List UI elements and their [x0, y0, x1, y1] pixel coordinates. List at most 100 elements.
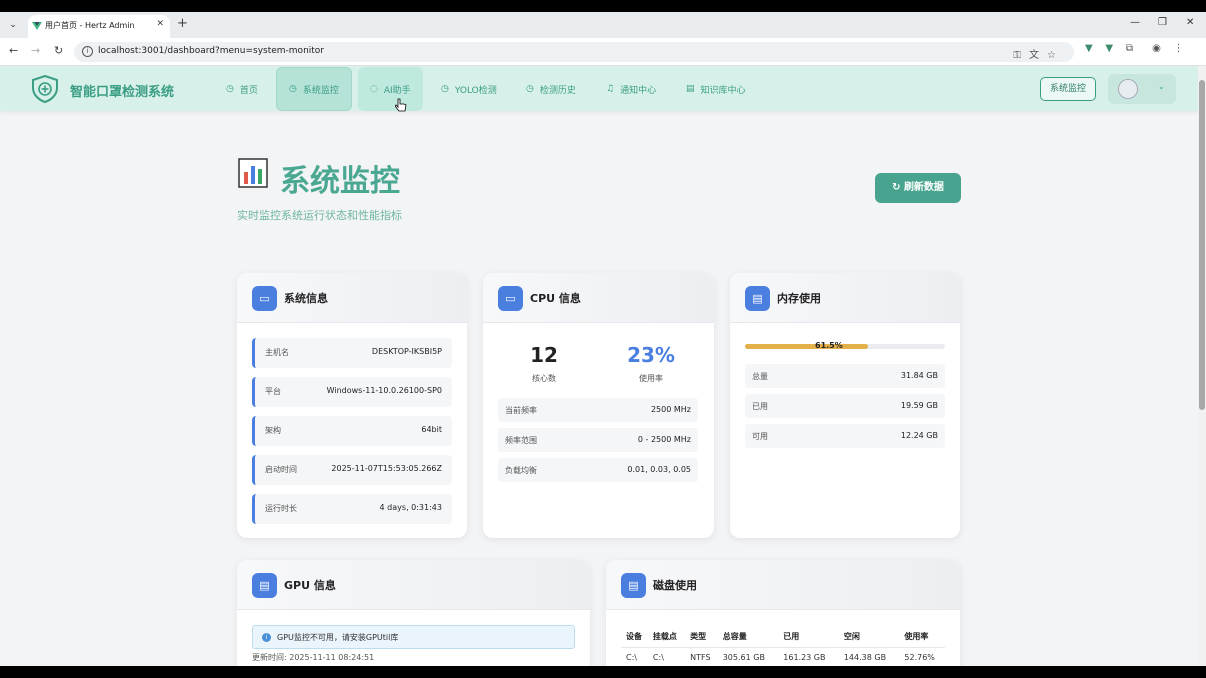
nav-detect-history[interactable]: ◷ 检测历史	[514, 67, 588, 111]
column-header: 使用率	[899, 627, 945, 648]
forward-icon[interactable]: →	[31, 44, 40, 57]
info-value: 4 days, 0:31:43	[379, 503, 442, 512]
info-key: 启动时间	[265, 465, 297, 474]
nav-yolo-detect[interactable]: ◷ YOLO检测	[429, 67, 509, 111]
cpu-usage-value: 23%	[627, 343, 675, 367]
reload-icon[interactable]: ↻	[54, 44, 63, 57]
row-key: 总量	[752, 372, 768, 381]
row-value: 12.24 GB	[900, 431, 938, 440]
bookmark-star-icon[interactable]: ☆	[1047, 50, 1064, 61]
password-key-icon[interactable]: ⚿	[1013, 50, 1029, 61]
detect-icon: ◷	[441, 84, 449, 94]
vue-favicon-icon	[32, 22, 42, 30]
browser-menu-icon[interactable]: ⋮	[1174, 43, 1184, 54]
table-cell: 161.23 GB	[783, 652, 826, 662]
row-key: 可用	[752, 432, 768, 441]
disk-card: ▤ 磁盘使用 设备 挂载点 类型 总容量 已用 空闲 使用率 C:\ C:\ N…	[606, 560, 960, 666]
browser-tab[interactable]: 用户首页 - Hertz Admin ✕	[28, 15, 170, 38]
card-header: ▭ CPU 信息	[483, 273, 714, 323]
nav-label: AI助手	[383, 85, 411, 96]
refresh-label: 刷新数据	[903, 182, 944, 193]
translate-icon[interactable]: 文	[1029, 50, 1047, 61]
column-header: 挂载点	[647, 627, 686, 648]
info-key: 主机名	[265, 348, 289, 357]
minimize-icon[interactable]: —	[1130, 17, 1140, 28]
disk-table: 设备 挂载点 类型 总容量 已用 空闲 使用率 C:\ C:\ NTFS 305…	[621, 627, 945, 666]
restore-icon[interactable]: ❐	[1158, 17, 1167, 28]
page-scrollbar[interactable]	[1198, 66, 1206, 666]
card-header: ▤ 内存使用	[730, 273, 960, 323]
gpu-alert-text: GPU监控不可用，请安装GPUtil库	[277, 633, 399, 642]
bell-icon: ♫	[606, 84, 615, 94]
row-key: 负载均衡	[505, 466, 537, 475]
brand-name: 智能口罩检测系统	[70, 85, 175, 100]
avatar[interactable]	[1118, 79, 1138, 99]
memory-icon: ▤	[745, 286, 770, 311]
memory-row-total: 总量 31.84 GB	[745, 364, 945, 388]
info-icon: i	[262, 633, 271, 642]
cpu-usage-label: 使用率	[639, 374, 663, 383]
extensions-puzzle-icon[interactable]: ⧉	[1126, 43, 1133, 54]
column-header: 类型	[685, 627, 718, 648]
nav-system-monitor[interactable]: ◷ 系统监控	[276, 67, 352, 111]
info-row-platform: 平台 Windows-11-10.0.26100-SP0	[252, 377, 452, 407]
info-row-arch: 架构 64bit	[252, 416, 452, 446]
card-title: 系统信息	[284, 292, 328, 305]
refresh-data-button[interactable]: ↻ 刷新数据	[875, 173, 961, 203]
toolbar: ← → ↻ i localhost:3001/dashboard?menu=sy…	[0, 38, 1206, 66]
table-cell: 305.61 GB	[722, 652, 765, 662]
table-cell: C:\	[626, 652, 637, 662]
browser-window: ⌄ 用户首页 - Hertz Admin ✕ + — ❐ ✕ ← → ↻ i l…	[0, 12, 1206, 666]
nav-label: YOLO检测	[454, 85, 497, 96]
card-title: 内存使用	[777, 292, 821, 305]
chevron-down-icon[interactable]: ⌄	[1158, 82, 1165, 91]
row-key: 频率范围	[505, 436, 537, 445]
tab-search-icon[interactable]: ⌄	[6, 18, 20, 32]
row-value: 0.01, 0.03, 0.05	[627, 465, 691, 474]
info-key: 架构	[265, 426, 281, 435]
window-close-icon[interactable]: ✕	[1186, 17, 1194, 28]
cpu-row-frequency-range: 频率范围 0 - 2500 MHz	[498, 428, 698, 452]
bar-chart-icon	[238, 158, 268, 188]
info-row-uptime: 运行时长 4 days, 0:31:43	[252, 494, 452, 524]
card-header: ▭ 系统信息	[237, 273, 467, 323]
scrollbar-thumb[interactable]	[1199, 80, 1205, 410]
row-value: 19.59 GB	[900, 401, 938, 410]
system-monitor-button[interactable]: 系统监控	[1040, 77, 1096, 101]
vue-devtools-icon[interactable]: ▼	[1085, 43, 1093, 54]
column-header: 空闲	[838, 627, 900, 648]
gpu-alert: i GPU监控不可用，请安装GPUtil库	[252, 625, 575, 649]
row-value: 31.84 GB	[900, 371, 938, 380]
url-text[interactable]: localhost:3001/dashboard?menu=system-mon…	[98, 46, 324, 56]
column-header: 总容量	[717, 627, 779, 648]
info-value: DESKTOP-IKSBI5P	[371, 347, 442, 356]
user-menu[interactable]: ⌄	[1108, 74, 1176, 104]
back-icon[interactable]: ←	[9, 44, 18, 57]
book-icon: ▤	[686, 84, 695, 94]
card-title: 磁盘使用	[653, 579, 697, 592]
nav-home[interactable]: ◷ 首页	[214, 67, 270, 111]
close-tab-icon[interactable]: ✕	[156, 19, 164, 29]
card-title: CPU 信息	[530, 292, 581, 305]
tab-strip: ⌄ 用户首页 - Hertz Admin ✕ + — ❐ ✕	[0, 12, 1206, 38]
vue-extension-icon[interactable]: ▼	[1105, 43, 1113, 54]
mouse-pointer-icon	[395, 98, 407, 112]
memory-card: ▤ 内存使用 61.5% 总量 31.84 GB 已用 19.59 GB 可用 12.…	[730, 273, 960, 538]
nav-notification-center[interactable]: ♫ 通知中心	[594, 67, 668, 111]
column-header: 已用	[778, 627, 839, 648]
nav-ai-assistant[interactable]: ◌ AI助手	[358, 67, 423, 111]
nav-knowledge-base[interactable]: ▤ 知识库中心	[674, 67, 758, 111]
new-tab-icon[interactable]: +	[177, 17, 188, 31]
nav-label: 系统监控	[302, 85, 339, 96]
site-info-icon[interactable]: i	[82, 46, 93, 57]
cpu-icon: ▭	[498, 286, 523, 311]
extensions-area: ▼ ▼ ⧉ ◉ ⋮	[1085, 43, 1184, 54]
address-bar[interactable]: i localhost:3001/dashboard?menu=system-m…	[74, 42, 1074, 62]
tab-title: 用户首页 - Hertz Admin	[45, 21, 135, 30]
row-value: 0 - 2500 MHz	[637, 435, 691, 444]
nav-label: 知识库中心	[700, 85, 746, 96]
info-value: 64bit	[421, 425, 442, 434]
app-header: 智能口罩检测系统 ◷ 首页 ◷ 系统监控 ◌ AI助手 ◷ YOLO检测 ◷ 检测历史 ♫…	[0, 66, 1198, 111]
profile-icon[interactable]: ◉	[1152, 43, 1161, 54]
home-icon: ◷	[226, 84, 234, 94]
